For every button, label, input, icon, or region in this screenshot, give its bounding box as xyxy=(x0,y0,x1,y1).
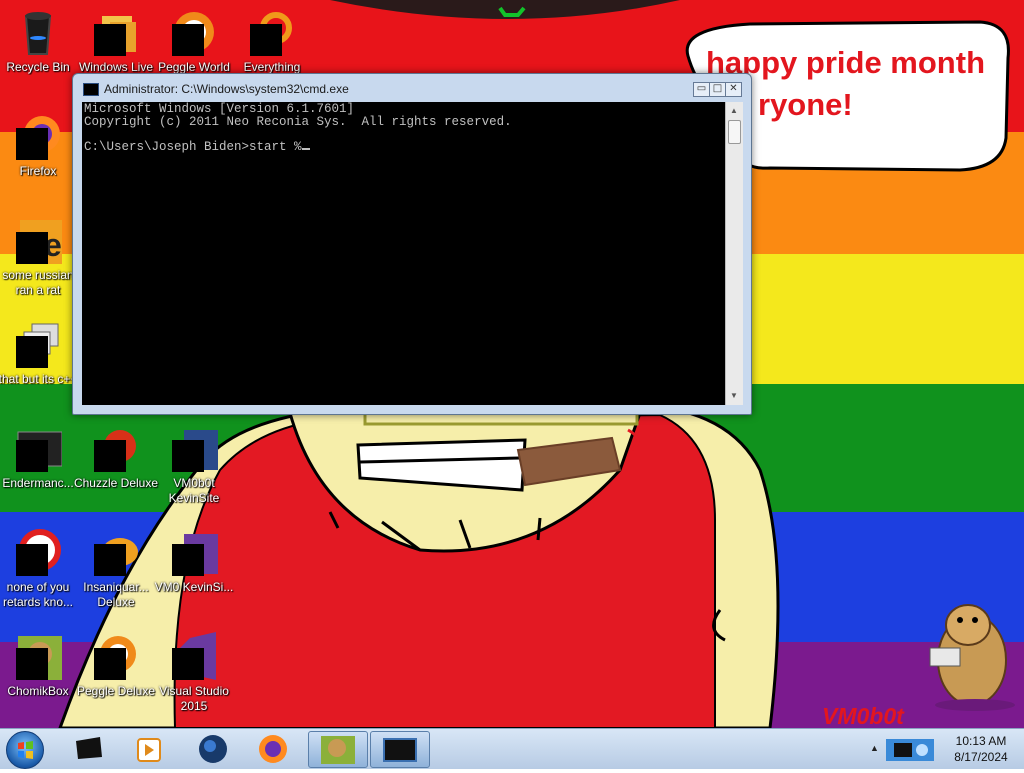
redaction-block xyxy=(172,440,204,472)
firefox-icon xyxy=(259,735,287,763)
taskbar: ▲ 10:13 AM 8/17/2024 xyxy=(0,728,1024,769)
clock-date[interactable]: 8/17/2024 xyxy=(942,750,1020,764)
icon-label: VM0b0t KevinSite xyxy=(168,476,220,505)
desktop-icon-visual-studio-2015[interactable]: Visual Studio 2015 xyxy=(156,626,232,713)
cmd-console-area[interactable]: Microsoft Windows [Version 6.1.7601] Cop… xyxy=(82,102,725,405)
recycle-bin-icon xyxy=(24,12,52,55)
cmd-line-copyright: Copyright (c) 2011 Neo Reconia Sys. All … xyxy=(84,114,512,129)
cmd-vertical-scrollbar[interactable]: ▲ ▼ xyxy=(725,102,743,405)
network-monitor-icon[interactable] xyxy=(884,735,936,763)
desktop-icon-vm0b0t-kevinsite[interactable]: VM0b0t KevinSite xyxy=(156,418,232,505)
minimize-button[interactable]: ▭ xyxy=(693,82,710,97)
cmd-window-icon xyxy=(83,83,99,96)
taskbar-network-globe[interactable] xyxy=(188,731,238,766)
wallpaper-watermark: VM0b0t xyxy=(822,703,904,729)
scroll-down-arrow-icon[interactable]: ▼ xyxy=(730,391,738,400)
redaction-block xyxy=(94,544,126,576)
hamster-mascot xyxy=(929,604,1015,711)
taskbar-firefox[interactable] xyxy=(248,731,298,766)
system-tray: ▲ 10:13 AM 8/17/2024 xyxy=(864,729,1024,769)
desktop-icon-vm0-kevinsite[interactable]: VM0 KevinSi... xyxy=(155,522,233,608)
clock-time[interactable]: 10:13 AM xyxy=(942,734,1020,748)
desktop-icon-firefox[interactable]: Firefox xyxy=(0,106,76,192)
cmd-window-title: Administrator: C:\Windows\system32\cmd.e… xyxy=(104,82,349,96)
media-player-icon xyxy=(137,738,161,762)
scroll-thumb[interactable] xyxy=(728,120,741,144)
cmd-output: Microsoft Windows [Version 6.1.7601] Cop… xyxy=(84,103,512,153)
redaction-block xyxy=(16,232,48,264)
redaction-block xyxy=(16,440,48,472)
scroll-up-arrow-icon[interactable]: ▲ xyxy=(730,106,738,115)
desktop-icon-that-but-cpp[interactable]: that but its c++ xyxy=(0,314,77,400)
redaction-block xyxy=(16,336,48,368)
redaction-block xyxy=(172,544,204,576)
desktop-icon-insaniquarium-deluxe[interactable]: Insaniquar... Deluxe xyxy=(78,522,154,609)
icon-label: Firefox xyxy=(19,164,57,178)
cmd-title-bar[interactable]: Administrator: C:\Windows\system32\cmd.e… xyxy=(73,74,751,102)
cmd-window[interactable]: Administrator: C:\Windows\system32\cmd.e… xyxy=(72,73,752,415)
icon-label: Peggle Deluxe xyxy=(76,684,156,698)
cmd-prompt-line[interactable]: C:\Users\Joseph Biden>start % xyxy=(84,140,302,154)
cmd-icon xyxy=(383,738,417,762)
redaction-block xyxy=(172,648,204,680)
icon-label: Visual Studio 2015 xyxy=(159,684,229,713)
redaction-block xyxy=(94,440,126,472)
taskbar-chomikbox[interactable] xyxy=(308,731,368,768)
redaction-block xyxy=(16,648,48,680)
desktop-icon-chuzzle-deluxe[interactable]: Chuzzle Deluxe xyxy=(74,418,158,504)
icon-label: Recycle Bin xyxy=(6,60,70,74)
redaction-block xyxy=(250,24,282,56)
chomikbox-icon xyxy=(321,736,355,764)
redaction-block xyxy=(94,24,126,56)
redaction-block xyxy=(16,544,48,576)
taskbar-task-manager[interactable] xyxy=(64,731,114,766)
desktop-icon-endermanch[interactable]: Endermanc... xyxy=(0,418,76,504)
taskbar-cmd[interactable] xyxy=(370,731,430,768)
icon-label: Endermanc... xyxy=(2,476,74,490)
desktop-icon-recycle-bin[interactable]: Recycle Bin xyxy=(0,2,76,88)
desktop-icon-some-russian[interactable]: e some russian ran a rat xyxy=(0,210,76,297)
globe-icon xyxy=(199,735,227,763)
start-button[interactable] xyxy=(6,731,44,769)
redaction-block xyxy=(16,128,48,160)
show-hidden-icons-arrow-icon[interactable]: ▲ xyxy=(870,743,879,753)
desktop-icon-chomikbox[interactable]: ChomikBox xyxy=(0,626,76,712)
maximize-button[interactable]: □ xyxy=(709,82,726,97)
redaction-block xyxy=(94,648,126,680)
icon-label: Chuzzle Deluxe xyxy=(73,476,159,490)
icon-label: that but its c++ xyxy=(0,372,78,386)
icon-label: some russian ran a rat xyxy=(2,268,74,297)
desktop-icon-none-of-you[interactable]: none of you retards kno... xyxy=(0,522,76,609)
cmd-text-cursor xyxy=(301,147,310,150)
taskbar-media-player[interactable] xyxy=(124,731,174,766)
redaction-block xyxy=(172,24,204,56)
windows-logo-icon xyxy=(18,741,33,759)
desktop-icon-peggle-deluxe[interactable]: Peggle Deluxe xyxy=(77,626,155,712)
icon-label: Insaniquar... Deluxe xyxy=(83,580,149,609)
icon-label: ChomikBox xyxy=(7,684,69,698)
icon-label: none of you retards kno... xyxy=(2,580,74,609)
task-manager-icon xyxy=(76,737,102,759)
icon-label: VM0 KevinSi... xyxy=(154,580,234,594)
close-button[interactable]: ✕ xyxy=(725,82,742,97)
